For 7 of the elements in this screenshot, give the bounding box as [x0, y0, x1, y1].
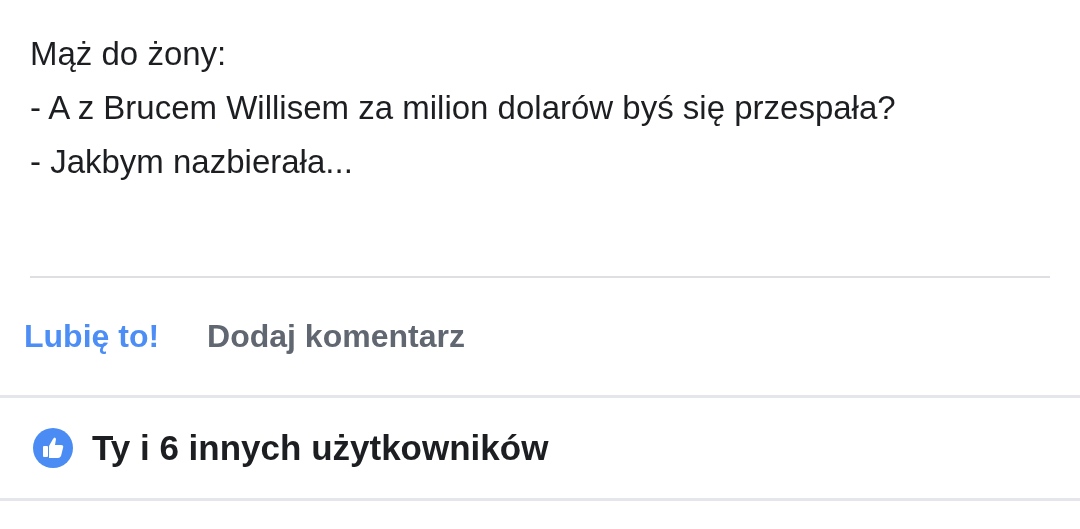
action-link[interactable]: Dodaj komentarz [207, 318, 465, 355]
post-text: Mąż do żony: [30, 34, 228, 74]
post-text: - A z Brucem Willisem za milion dolarów byś się przespała? [30, 88, 897, 128]
post-text: - Jakbym nazbierała... [30, 142, 354, 182]
likes-summary[interactable]: Ty i 6 innych użytkowników [92, 428, 549, 468]
action-link[interactable]: Lubię to! [24, 318, 160, 355]
thumbs-up-icon [33, 428, 73, 468]
